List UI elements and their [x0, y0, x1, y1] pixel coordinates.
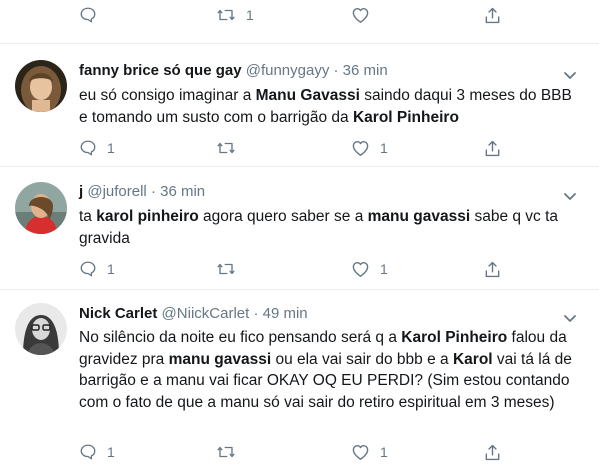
bold-mention: Karol Pinheiro: [401, 329, 508, 346]
retweet-icon: [216, 443, 236, 461]
tweet[interactable]: fanny brice só que gay @funnygayy · 36 m…: [0, 44, 599, 167]
retweet-icon: [216, 260, 236, 278]
tweet-text: No silêncio da noite eu fico pensando se…: [79, 327, 579, 413]
share-button[interactable]: [484, 138, 501, 158]
bold-mention: manu gavassi: [168, 350, 272, 368]
share-button[interactable]: [484, 259, 501, 279]
text-segment: eu só consigo imaginar a: [79, 87, 256, 104]
reply-button[interactable]: [79, 5, 97, 25]
avatar[interactable]: [15, 182, 67, 234]
text-segment: agora quero saber se a: [198, 208, 368, 225]
share-button[interactable]: [484, 442, 501, 462]
chevron-down-icon: [563, 189, 577, 206]
tweet-menu-button[interactable]: [563, 68, 577, 79]
text-segment: ou ela vai sair do bbb e a: [271, 350, 453, 368]
display-name[interactable]: fanny brice só que gay: [79, 62, 242, 79]
reply-button[interactable]: 1: [79, 442, 115, 462]
retweet-button[interactable]: [216, 442, 236, 462]
text-segment: No silêncio da noite eu fico pensando se…: [79, 329, 402, 346]
bold-mention: manu gavassi: [367, 208, 471, 225]
tweet-menu-button[interactable]: [563, 189, 577, 200]
heart-icon: [351, 6, 370, 24]
like-count: 1: [380, 261, 388, 277]
chevron-down-icon: [563, 311, 577, 328]
timestamp[interactable]: · 49 min: [253, 305, 307, 322]
share-icon: [484, 6, 501, 25]
chevron-down-icon: [563, 68, 577, 85]
share-icon: [484, 260, 501, 279]
timestamp[interactable]: · 36 min: [151, 183, 205, 200]
reply-icon: [79, 443, 97, 461]
reply-icon: [79, 139, 97, 157]
bold-mention: Karol Pinheiro: [352, 108, 459, 126]
heart-icon: [351, 260, 370, 278]
tweet[interactable]: Nick Carlet @NiickCarlet · 49 min No sil…: [0, 290, 599, 476]
tweet-header: fanny brice só que gay @funnygayy · 36 m…: [79, 62, 388, 80]
tweet-text: ta karol pinheiro agora quero saber se a…: [79, 206, 579, 249]
like-button[interactable]: 1: [351, 138, 388, 158]
reply-count: 1: [107, 140, 115, 156]
retweet-button[interactable]: 1: [216, 5, 254, 25]
reply-count: 1: [107, 261, 115, 277]
display-name[interactable]: j: [79, 183, 83, 200]
like-button[interactable]: [351, 5, 370, 25]
reply-button[interactable]: 1: [79, 259, 115, 279]
partial-tweet: 1: [0, 0, 599, 44]
avatar[interactable]: [15, 303, 67, 355]
tweet-header: j @juforell · 36 min: [79, 183, 205, 201]
retweet-icon: [216, 139, 236, 157]
reply-count: 1: [107, 444, 115, 460]
display-name[interactable]: Nick Carlet: [79, 305, 157, 322]
bold-mention: Karol: [452, 350, 493, 368]
tweet-actions: 1 1: [79, 442, 519, 462]
retweet-icon: [216, 6, 236, 24]
bold-mention: Manu Gavassi: [255, 87, 360, 104]
avatar[interactable]: [15, 60, 67, 112]
reply-button[interactable]: 1: [79, 138, 115, 158]
like-count: 1: [380, 140, 388, 156]
tweet-actions: 1 1: [79, 259, 519, 279]
share-icon: [484, 139, 501, 158]
tweet-menu-button[interactable]: [563, 311, 577, 322]
timestamp[interactable]: · 36 min: [334, 62, 388, 79]
share-button[interactable]: [484, 5, 501, 25]
reply-icon: [79, 260, 97, 278]
bold-mention: karol pinheiro: [96, 208, 199, 225]
like-button[interactable]: 1: [351, 442, 388, 462]
tweet-text: eu só consigo imaginar a Manu Gavassi sa…: [79, 85, 579, 128]
tweet-header: Nick Carlet @NiickCarlet · 49 min: [79, 305, 308, 323]
heart-icon: [351, 139, 370, 157]
tweet[interactable]: j @juforell · 36 min ta karol pinheiro a…: [0, 167, 599, 290]
heart-icon: [351, 443, 370, 461]
tweet-actions: 1 1: [79, 138, 519, 158]
user-handle[interactable]: @funnygayy: [246, 62, 330, 79]
user-handle[interactable]: @NiickCarlet: [162, 305, 250, 322]
like-count: 1: [380, 444, 388, 460]
share-icon: [484, 443, 501, 462]
retweet-count: 1: [246, 7, 254, 23]
user-handle[interactable]: @juforell: [87, 183, 146, 200]
reply-icon: [79, 6, 97, 24]
text-segment: ta: [79, 208, 97, 225]
tweet-actions: 1: [79, 5, 519, 25]
like-button[interactable]: 1: [351, 259, 388, 279]
retweet-button[interactable]: [216, 138, 236, 158]
retweet-button[interactable]: [216, 259, 236, 279]
